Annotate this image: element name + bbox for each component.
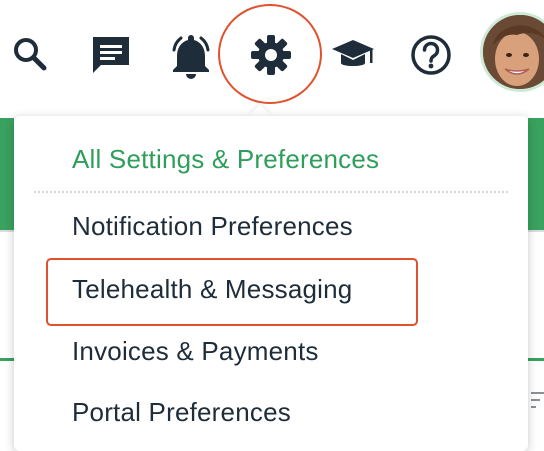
bell-icon[interactable] [166, 30, 216, 80]
all-settings-link[interactable]: All Settings & Preferences [72, 144, 379, 175]
page-divider-right [528, 230, 544, 232]
page-divider-left [0, 230, 14, 232]
page-banner-left-edge [0, 118, 14, 230]
search-icon[interactable] [10, 34, 50, 74]
user-avatar[interactable] [480, 12, 544, 92]
help-circle-icon[interactable] [408, 32, 454, 78]
top-navigation-bar [0, 0, 544, 110]
filter-icon[interactable] [531, 392, 544, 412]
menu-item-invoices-payments[interactable]: Invoices & Payments [72, 336, 319, 367]
chat-icon[interactable] [88, 32, 134, 78]
menu-item-portal-preferences[interactable]: Portal Preferences [72, 397, 291, 428]
page-tab-underline-right [528, 358, 544, 361]
gear-icon[interactable] [246, 30, 296, 80]
menu-divider [34, 191, 508, 193]
page-banner-right-edge [528, 118, 544, 230]
page-tab-underline-left [0, 358, 14, 361]
menu-item-telehealth-messaging[interactable]: Telehealth & Messaging [72, 274, 352, 305]
graduation-cap-icon[interactable] [330, 34, 376, 74]
menu-item-notification-preferences[interactable]: Notification Preferences [72, 211, 353, 242]
